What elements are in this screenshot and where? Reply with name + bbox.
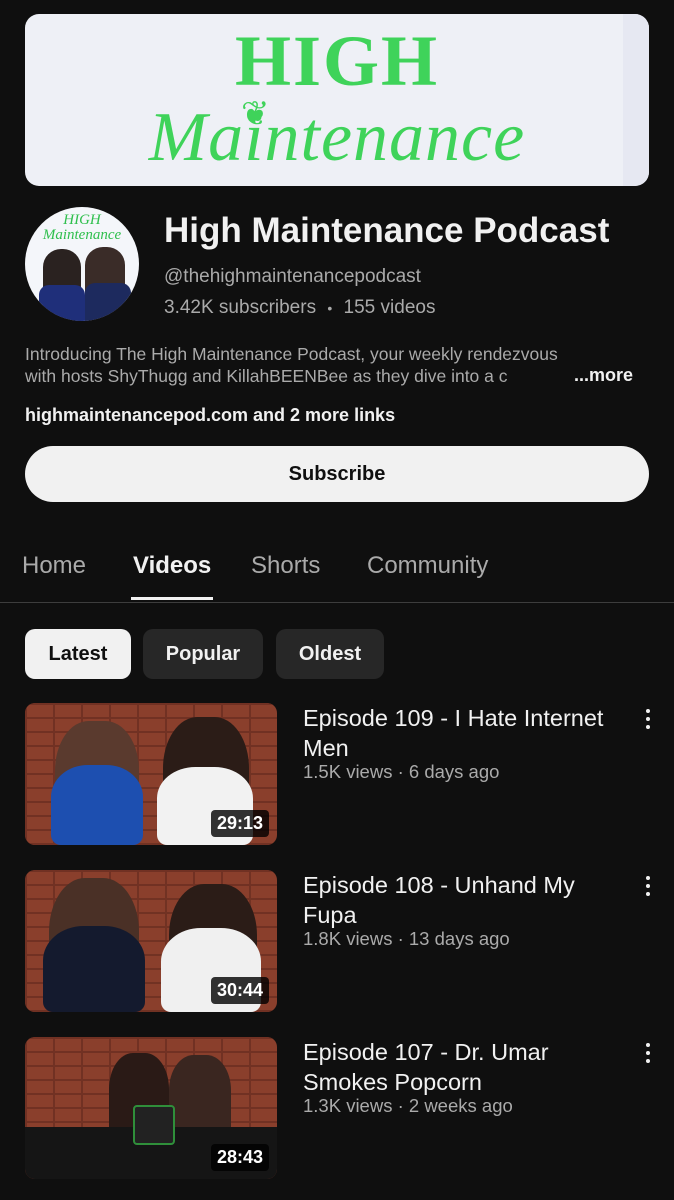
channel-links[interactable]: highmaintenancepod.com and 2 more links: [25, 405, 395, 426]
video-thumbnail[interactable]: 30:44: [25, 870, 277, 1012]
video-duration: 28:43: [210, 1144, 269, 1171]
chip-oldest[interactable]: Oldest: [276, 629, 384, 679]
video-meta: 1.3K views · 2 weeks ago: [303, 1095, 513, 1116]
chip-latest[interactable]: Latest: [25, 629, 131, 679]
video-duration: 29:13: [210, 810, 269, 837]
active-tab-indicator: [131, 597, 213, 600]
video-title[interactable]: Episode 109 - I Hate Internet Men: [303, 703, 623, 763]
more-options-icon[interactable]: [638, 874, 658, 898]
channel-title: High Maintenance Podcast: [164, 211, 610, 250]
subscribe-button[interactable]: Subscribe: [25, 446, 649, 502]
channel-stats: 3.42K subscribers • 155 videos: [164, 297, 435, 319]
channel-description[interactable]: Introducing The High Maintenance Podcast…: [25, 343, 645, 387]
video-title[interactable]: Episode 108 - Unhand My Fupa: [303, 870, 623, 930]
video-item[interactable]: 28:43 Episode 107 - Dr. Umar Smokes Popc…: [0, 1037, 674, 1182]
avatar-shirt-left: [39, 285, 85, 321]
video-title[interactable]: Episode 107 - Dr. Umar Smokes Popcorn: [303, 1037, 623, 1097]
video-meta: 1.5K views · 6 days ago: [303, 761, 500, 782]
description-line-2: with hosts ShyThugg and KillahBEENBee as…: [25, 366, 508, 386]
description-more-link[interactable]: ...more: [574, 365, 633, 386]
video-duration: 30:44: [210, 977, 269, 1004]
channel-avatar[interactable]: HIGH Maintenance: [25, 207, 139, 321]
video-meta: 1.8K views · 13 days ago: [303, 928, 510, 949]
channel-banner: HIGH ❦ Maintenance: [25, 14, 649, 186]
channel-link[interactable]: highmaintenancepod.com: [25, 405, 248, 425]
subscriber-count: 3.42K subscribers: [164, 297, 317, 318]
gas-gods-logo: [133, 1105, 175, 1145]
video-thumbnail[interactable]: 28:43: [25, 1037, 277, 1179]
channel-handle: @thehighmaintenancepodcast: [164, 266, 421, 287]
tab-home[interactable]: Home: [22, 552, 86, 580]
banner-logo-maintenance: Maintenance: [148, 99, 526, 176]
avatar-shirt-right: [85, 283, 131, 321]
avatar-logo: HIGH Maintenance: [42, 212, 122, 243]
description-line-1: Introducing The High Maintenance Podcast…: [25, 344, 558, 364]
stats-separator: •: [327, 300, 333, 316]
video-count: 155 videos: [343, 297, 436, 318]
video-item[interactable]: 29:13 Episode 109 - I Hate Internet Men …: [0, 703, 674, 848]
video-item[interactable]: 30:44 Episode 108 - Unhand My Fupa 1.8K …: [0, 870, 674, 1015]
channel-tabs: Home Videos Shorts Community: [0, 540, 674, 603]
banner-logo-high: HIGH: [234, 21, 440, 101]
tab-community[interactable]: Community: [367, 552, 488, 580]
more-links-text: and 2 more links: [248, 405, 396, 425]
video-thumbnail[interactable]: 29:13: [25, 703, 277, 845]
tab-shorts[interactable]: Shorts: [251, 552, 320, 580]
tab-videos[interactable]: Videos: [133, 552, 211, 580]
more-options-icon[interactable]: [638, 707, 658, 731]
more-options-icon[interactable]: [638, 1041, 658, 1065]
chip-popular[interactable]: Popular: [143, 629, 263, 679]
